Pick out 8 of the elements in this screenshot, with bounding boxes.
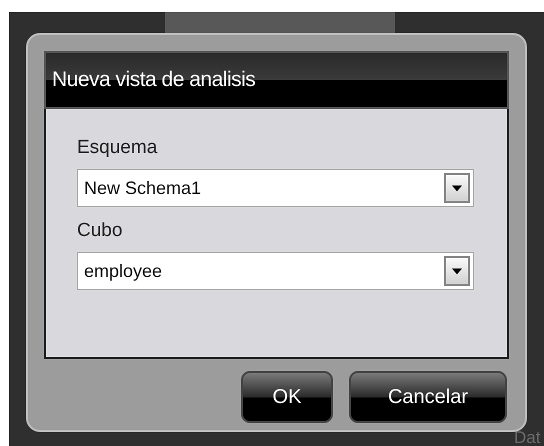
background-text: Dat <box>514 427 540 446</box>
field-label: Cubo <box>77 219 124 243</box>
dropdown[interactable]: employee <box>77 252 474 290</box>
field-label: Esquema <box>77 136 158 160</box>
cancel-button[interactable]: Cancelar <box>349 371 507 423</box>
dialog-title: Nueva vista de analisis <box>52 67 256 94</box>
dropdown[interactable]: New Schema1 <box>77 169 474 207</box>
ok-button[interactable]: OK <box>241 371 333 423</box>
